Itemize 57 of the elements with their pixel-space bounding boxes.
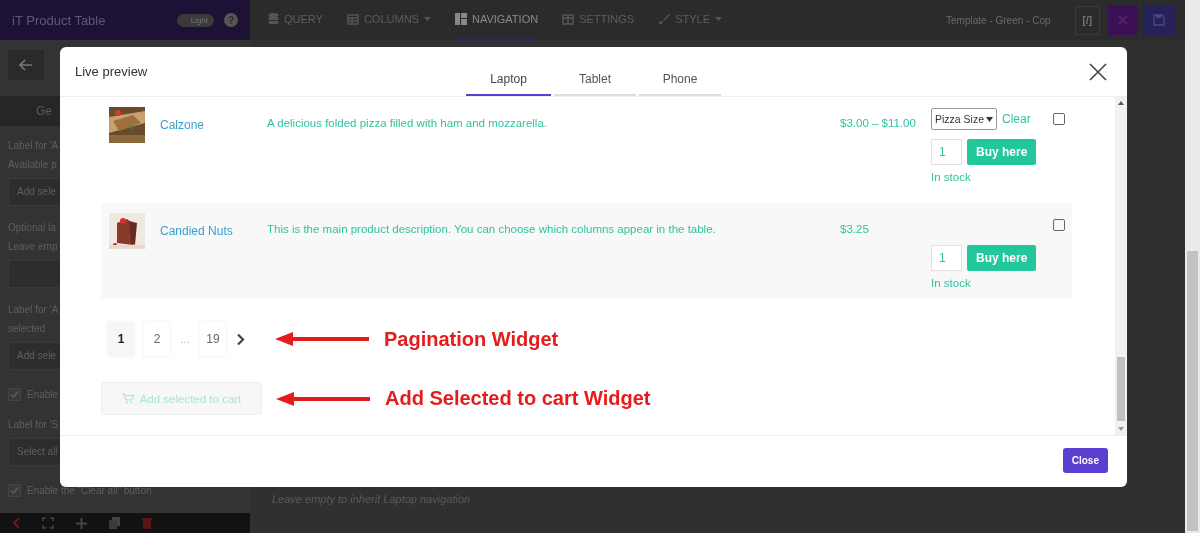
pagination-ellipsis: …: [180, 333, 190, 345]
product-description: This is the main product description. You can choose which columns appear in the table.: [267, 223, 716, 235]
modal-scrollbar[interactable]: [1115, 97, 1127, 435]
table-icon: [346, 13, 359, 25]
template-name: Template - Green - Cop: [946, 14, 1051, 26]
device-tab[interactable]: Phone: [639, 72, 721, 96]
expand-icon[interactable]: [42, 517, 54, 529]
checkbox[interactable]: [8, 484, 21, 497]
scrollbar-thumb[interactable]: [1187, 251, 1198, 531]
page-button[interactable]: 2: [144, 322, 170, 356]
quantity-field[interactable]: 1: [931, 245, 962, 271]
chevron-left-icon[interactable]: [12, 517, 20, 529]
cart-icon: [121, 393, 134, 404]
stock-status: In stock: [931, 171, 972, 183]
page-scrollbar[interactable]: [1185, 0, 1200, 533]
arrow-left-icon: [19, 59, 33, 71]
clear-link[interactable]: Clear: [1002, 112, 1031, 126]
product-price: $3.00 – $11.00: [840, 117, 916, 129]
checkbox[interactable]: [8, 388, 21, 401]
product-price: $3.25: [840, 223, 869, 235]
caret-icon: [986, 116, 994, 122]
back-button[interactable]: [8, 50, 44, 80]
chevron-right-icon[interactable]: [236, 332, 245, 346]
table-icon: [562, 13, 575, 25]
product-name-link[interactable]: Candied Nuts: [160, 224, 233, 238]
grid-icon: [454, 13, 467, 25]
annotation-text: Pagination Widget: [384, 327, 559, 351]
select-checkbox[interactable]: [1053, 219, 1065, 231]
close-icon[interactable]: [1089, 62, 1107, 81]
editor-tab[interactable]: NAVIGATION: [454, 0, 539, 40]
close-icon: [1118, 15, 1128, 25]
brush-icon: [658, 13, 671, 25]
annotation-text: Add Selected to cart Widget: [385, 387, 651, 410]
scrollbar-thumb[interactable]: [1117, 357, 1125, 421]
copy-icon[interactable]: [109, 517, 120, 529]
product-description: A delicious folded pizza filled with ham and mozzarella.: [267, 117, 547, 129]
variation-select[interactable]: Pizza Size: [931, 108, 998, 130]
close-button[interactable]: [1108, 5, 1138, 35]
trash-icon[interactable]: [142, 517, 152, 529]
help-icon[interactable]: ?: [224, 13, 238, 27]
page-button[interactable]: 1: [108, 322, 134, 356]
device-tab[interactable]: Laptop: [466, 72, 551, 96]
product-name-link[interactable]: Calzone: [160, 118, 205, 132]
quantity-field[interactable]: 1: [931, 139, 962, 165]
buy-button[interactable]: Buy here: [967, 139, 1037, 165]
app-title: iT Product Table: [12, 12, 107, 28]
save-button[interactable]: [1143, 5, 1175, 35]
select-checkbox[interactable]: [1053, 113, 1065, 125]
code-button[interactable]: [/]: [1074, 5, 1100, 35]
close-button[interactable]: Close: [1062, 448, 1108, 473]
plus-icon[interactable]: [76, 517, 87, 529]
stock-status: In stock: [931, 277, 972, 289]
buy-button[interactable]: Buy here: [967, 245, 1037, 271]
page-button[interactable]: 19: [200, 322, 226, 356]
device-tab[interactable]: Tablet: [554, 72, 636, 96]
modal-title: Live preview: [75, 64, 149, 79]
database-icon: [268, 13, 279, 25]
